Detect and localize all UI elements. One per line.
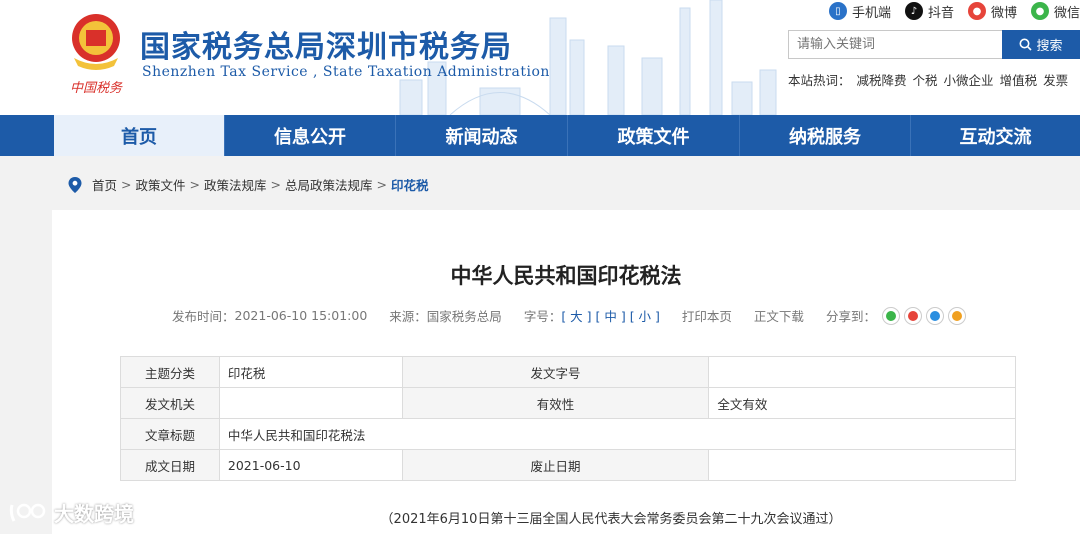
nav-policy-files[interactable]: 政策文件	[568, 115, 740, 156]
hot-word-link[interactable]: 发票	[1043, 73, 1068, 88]
main-nav: 首页 信息公开 新闻动态 政策文件 纳税服务 互动交流	[0, 115, 1080, 156]
issuer-value	[218, 387, 403, 419]
font-size-large-button[interactable]: [ 大 ]	[561, 306, 591, 325]
qzone-share-icon[interactable]	[947, 306, 966, 325]
passed-note: （2021年6月10日第十三届全国人民代表大会常务委员会第二十九次会议通过）	[380, 512, 842, 527]
table-row: 文章标题 中华人民共和国印花税法	[120, 418, 1017, 450]
qq-share-icon[interactable]	[925, 306, 944, 325]
breadcrumb-hq-library[interactable]: 总局政策法规库	[285, 175, 373, 194]
wechat-icon: ●	[1030, 2, 1049, 20]
breadcrumb-policy-files[interactable]: 政策文件	[136, 175, 186, 194]
publish-time: 2021-06-10 15:01:00	[234, 308, 368, 323]
weibo-link[interactable]: ● 微博	[967, 2, 1017, 21]
breadcrumb-policy-library[interactable]: 政策法规库	[204, 175, 267, 194]
site-subtitle: Shenzhen Tax Service , State Taxation Ad…	[142, 64, 550, 80]
hot-word-link[interactable]: 小微企业	[944, 73, 994, 88]
date-value: 2021-06-10	[218, 449, 403, 481]
table-row: 主题分类 印花税 发文字号	[120, 356, 1016, 388]
document-info-table: 主题分类 印花税 发文字号 发文机关 有效性 全文有效 文章标题 中华人民共和国…	[120, 356, 1017, 481]
table-row: 成文日期 2021-06-10 废止日期	[120, 449, 1016, 481]
nav-tax-service[interactable]: 纳税服务	[740, 115, 911, 156]
issuer-label: 发文机关	[120, 387, 220, 419]
validity-value: 全文有效	[708, 387, 1016, 419]
download-button[interactable]: 正文下载	[754, 306, 804, 325]
topic-label: 主题分类	[120, 356, 220, 388]
site-header: 中国税务 国家税务总局深圳市税务局 Shenzhen Tax Service ,…	[0, 0, 1080, 115]
search-input[interactable]	[788, 30, 1002, 59]
doc-number-value	[708, 356, 1016, 388]
douyin-icon: ♪	[904, 2, 923, 20]
douyin-link[interactable]: ♪ 抖音	[904, 2, 954, 21]
wechat-share-icon[interactable]	[881, 306, 900, 325]
top-links: ▯ 手机端 ♪ 抖音 ● 微博 ● 微信	[828, 0, 1080, 22]
topic-value: 印花税	[218, 356, 403, 388]
abolish-date-value	[708, 449, 1016, 481]
source-label: 来源：	[389, 309, 427, 324]
breadcrumb-separator: >	[376, 177, 387, 192]
wechat-link[interactable]: ● 微信	[1030, 2, 1080, 21]
svg-text:中国税务: 中国税务	[70, 81, 123, 96]
search-box: 搜索	[788, 30, 1080, 59]
share-icons	[881, 306, 966, 325]
date-label: 成文日期	[120, 449, 220, 481]
validity-label: 有效性	[401, 387, 710, 419]
hot-words-label: 本站热词：	[788, 73, 851, 88]
search-button[interactable]: 搜索	[1002, 30, 1080, 59]
breadcrumb: 首页 > 政策文件 > 政策法规库 > 总局政策法规库 > 印花税	[68, 175, 429, 194]
nav-interaction[interactable]: 互动交流	[911, 115, 1080, 156]
font-size-medium-button[interactable]: [ 中 ]	[596, 306, 626, 325]
search-icon	[1019, 38, 1033, 51]
hot-word-link[interactable]: 个税	[913, 73, 938, 88]
location-pin-icon	[68, 176, 82, 193]
breadcrumb-separator: >	[270, 177, 281, 192]
font-size-small-button[interactable]: [ 小 ]	[630, 306, 660, 325]
article-title-label: 文章标题	[120, 418, 220, 450]
article-title-value: 中华人民共和国印花税法	[218, 418, 1017, 450]
source: 国家税务总局	[426, 309, 502, 324]
font-size-label: 字号：	[523, 309, 562, 324]
abolish-date-label: 废止日期	[401, 449, 710, 481]
breadcrumb-separator: >	[189, 177, 200, 192]
breadcrumb-current[interactable]: 印花税	[391, 175, 429, 194]
hot-word-link[interactable]: 减税降费	[857, 73, 907, 88]
tax-emblem-logo: 中国税务	[64, 8, 128, 96]
weibo-icon: ●	[967, 2, 986, 20]
nav-news[interactable]: 新闻动态	[396, 115, 568, 156]
mobile-icon: ▯	[828, 2, 847, 20]
doc-number-label: 发文字号	[401, 356, 710, 388]
article-panel: 中华人民共和国印花税法 发布时间： 2021-06-10 15:01:00 来源…	[52, 210, 1080, 534]
breadcrumb-home[interactable]: 首页	[92, 175, 117, 194]
breadcrumb-separator: >	[121, 177, 132, 192]
nav-info-disclosure[interactable]: 信息公开	[225, 115, 396, 156]
article-meta: 发布时间： 2021-06-10 15:01:00 来源： 国家税务总局 字号：…	[172, 306, 966, 325]
hot-words: 本站热词： 减税降费 个税 小微企业 增值税 发票	[788, 70, 1074, 89]
site-title: 国家税务总局深圳市税务局	[140, 30, 512, 65]
nav-home[interactable]: 首页	[54, 115, 225, 156]
print-button[interactable]: 打印本页	[682, 306, 732, 325]
watermark-logo-icon	[9, 503, 46, 522]
mobile-link[interactable]: ▯ 手机端	[828, 2, 891, 21]
share-label: 分享到：	[825, 309, 876, 324]
table-row: 发文机关 有效性 全文有效	[120, 387, 1016, 419]
watermark: 大数跨境	[8, 498, 134, 527]
article-title: 中华人民共和国印花税法	[450, 264, 682, 288]
hot-word-link[interactable]: 增值税	[1000, 73, 1038, 88]
publish-time-label: 发布时间：	[172, 309, 235, 324]
weibo-share-icon[interactable]	[903, 306, 922, 325]
